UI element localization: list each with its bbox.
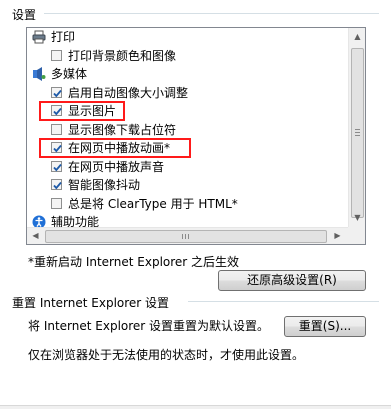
reset-group-divider (188, 301, 379, 302)
unchecked-checkbox[interactable] (51, 49, 62, 61)
setting-label: 在网页中播放声音 (68, 159, 165, 174)
restore-advanced-settings-button[interactable]: 还原高级设置(R) (218, 270, 366, 291)
setting-label: 总是将 ClearType 用于 HTML* (68, 196, 238, 211)
reset-button[interactable]: 重置(S)... (284, 316, 366, 337)
highlight-box (39, 101, 125, 121)
checked-checkbox[interactable] (51, 160, 62, 172)
category-label: 多媒体 (51, 67, 88, 81)
scrollbar-corner (348, 227, 365, 244)
reset-description: 将 Internet Explorer 设置重置为默认设置。 (28, 319, 270, 333)
setting-label: 智能图像抖动 (68, 178, 141, 192)
horizontal-scroll-thumb[interactable] (45, 230, 327, 243)
setting-label: 打印背景颜色和图像 (68, 48, 177, 63)
checked-checkbox[interactable] (51, 86, 62, 98)
setting-label: 显示图像下载占位符 (68, 122, 177, 137)
unchecked-checkbox[interactable] (51, 123, 62, 135)
scroll-up-button[interactable]: ▲ (350, 29, 365, 45)
restart-note: *重新启动 Internet Explorer 之后生效 (28, 255, 240, 269)
category-label: 打印 (51, 30, 76, 44)
unchecked-checkbox[interactable] (51, 197, 62, 209)
checked-checkbox[interactable] (51, 179, 62, 190)
vertical-scroll-thumb[interactable] (351, 48, 364, 218)
horizontal-scrollbar[interactable]: ◀ ▶ (27, 227, 348, 244)
bottom-edge (0, 405, 391, 409)
highlight-box (39, 138, 191, 158)
scroll-right-button[interactable]: ▶ (330, 228, 345, 244)
printer-icon (32, 30, 46, 44)
scroll-left-button[interactable]: ◀ (28, 228, 43, 244)
reset-warning: 仅在浏览器处于无法使用的状态时，才使用此设置。 (28, 348, 305, 362)
multimedia-icon (32, 67, 46, 81)
reset-group-label: 重置 Internet Explorer 设置 (12, 296, 170, 310)
scroll-down-button[interactable]: ▼ (350, 210, 365, 226)
settings-group-divider (44, 13, 379, 14)
settings-list-box[interactable]: 打印 打印背景颜色和图像 多媒体 启用自动图像大小调整 显示图片 显示图像下载占位符 在网页… (26, 27, 366, 245)
settings-group-label: 设置 (12, 8, 37, 22)
vertical-scrollbar[interactable]: ▲ ▼ (348, 28, 365, 227)
setting-label: 启用自动图像大小调整 (68, 85, 189, 100)
